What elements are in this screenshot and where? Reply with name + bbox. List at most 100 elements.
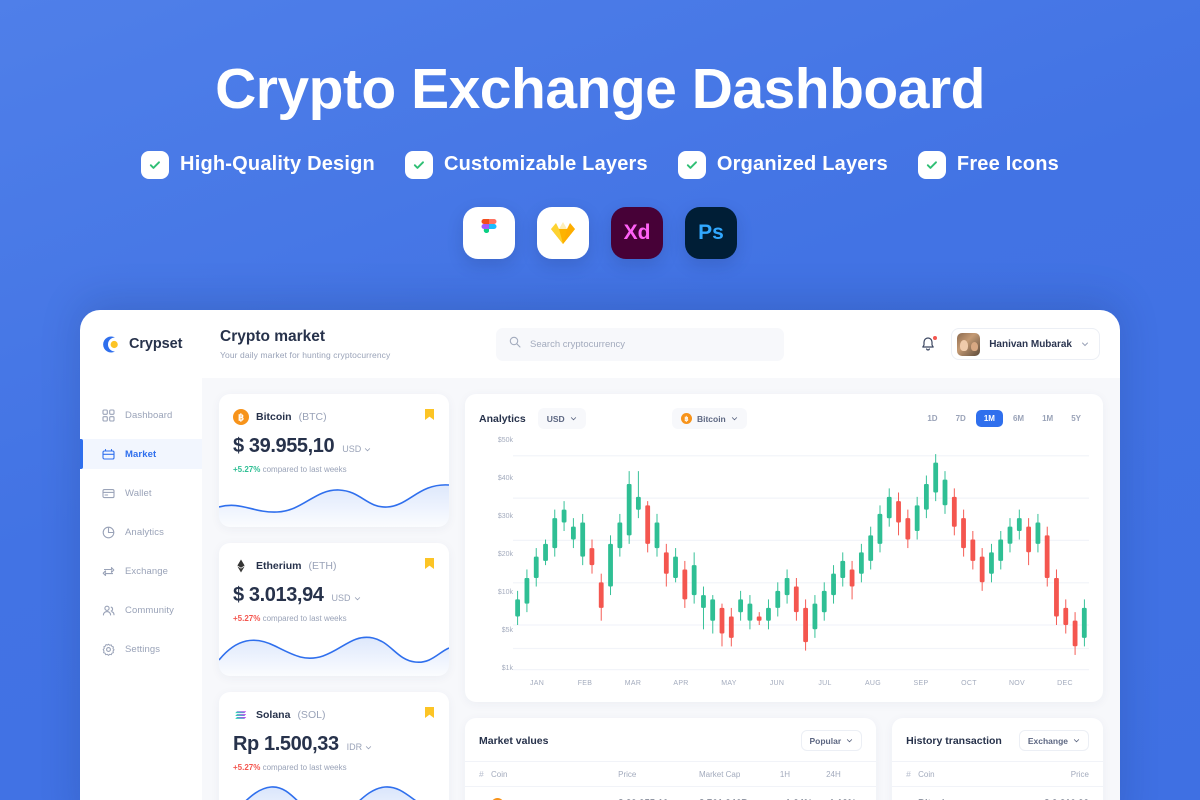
candlestick-chart bbox=[513, 437, 1089, 672]
time-range-6m[interactable]: 6M bbox=[1005, 410, 1032, 427]
notification-badge bbox=[932, 335, 939, 341]
sidebar-item-settings[interactable]: Settings bbox=[80, 634, 202, 664]
cell-coin: Bitcoin (BTC) Today - 11:00 AM bbox=[918, 787, 1010, 800]
coin-sparkline bbox=[219, 475, 449, 527]
grid-icon bbox=[102, 408, 115, 422]
bookmark-icon[interactable] bbox=[424, 706, 435, 724]
sidebar-item-label: Analytics bbox=[125, 526, 164, 538]
history-filter-label: Exchange bbox=[1027, 735, 1068, 746]
cell-price: $ 39.955,10 bbox=[618, 787, 699, 800]
page-subheading: Your daily market for hunting cryptocurr… bbox=[220, 350, 391, 360]
cell-num: 1 bbox=[465, 787, 491, 800]
market-values-filter-label: Popular bbox=[809, 735, 842, 746]
chevron-down-icon bbox=[731, 417, 737, 421]
avatar bbox=[957, 332, 981, 356]
sidebar-item-label: Dashboard bbox=[125, 409, 173, 421]
page-header: Crypto market Your daily market for hunt… bbox=[200, 328, 490, 360]
main-content: ฿ Bitcoin (BTC) $ 39.955,10 USD +5.27% c… bbox=[202, 378, 1120, 800]
coin-name: Solana bbox=[256, 709, 291, 721]
bitcoin-icon: ฿ bbox=[680, 413, 692, 424]
analytics-panel: Analytics USD ฿ Bitcoin 1D 7D 1M 6M 1M 5… bbox=[465, 394, 1103, 702]
promo-hero: Crypto Exchange Dashboard High-Quality D… bbox=[0, 0, 1200, 259]
analytics-currency-select[interactable]: USD bbox=[537, 408, 586, 429]
bookmark-icon[interactable] bbox=[424, 408, 435, 426]
y-axis-tick: $30k bbox=[497, 513, 513, 520]
coin-currency-label: IDR bbox=[346, 742, 363, 752]
x-axis-tick: NOV bbox=[1008, 679, 1026, 687]
chevron-down-icon bbox=[354, 596, 360, 600]
coin-currency-select[interactable]: IDR bbox=[347, 742, 373, 752]
check-icon bbox=[917, 150, 946, 179]
notification-bell-icon[interactable] bbox=[919, 335, 939, 353]
sidebar-item-community[interactable]: Community bbox=[80, 595, 202, 625]
sidebar-item-dashboard[interactable]: Dashboard bbox=[80, 400, 202, 430]
feature-item: Organized Layers bbox=[677, 150, 888, 179]
feature-item: High-Quality Design bbox=[141, 150, 375, 179]
coin-card-header: Etherium (ETH) bbox=[219, 543, 449, 575]
coin-card-list: ฿ Bitcoin (BTC) $ 39.955,10 USD +5.27% c… bbox=[219, 394, 449, 800]
column-header-coin: Coin bbox=[491, 761, 619, 787]
user-profile-menu[interactable]: Hanivan Mubarak bbox=[951, 328, 1100, 360]
table-row[interactable]: 1 Bitcoin (BTC) Today - 11:00 AM $ 2.3 bbox=[892, 787, 1103, 800]
feature-item: Free Icons bbox=[917, 150, 1059, 179]
sidebar-item-label: Market bbox=[125, 448, 157, 460]
y-axis: $50k $40k $30k $20k $10k $5k $1k bbox=[479, 437, 513, 694]
table-row[interactable]: 1 ฿ Bitcoin (BTC) bbox=[465, 787, 876, 800]
coin-price: $ 3.013,94 bbox=[233, 584, 324, 606]
time-range-7d[interactable]: 7D bbox=[948, 410, 974, 427]
column-header-market-cap: Market Cap bbox=[698, 761, 780, 787]
sidebar-item-market[interactable]: Market bbox=[80, 439, 202, 469]
topbar-actions: Hanivan Mubarak bbox=[919, 328, 1100, 360]
search-input[interactable]: Search cryptocurrency bbox=[496, 327, 784, 361]
time-range-1m[interactable]: 1M bbox=[975, 410, 1003, 427]
coin-sparkline bbox=[219, 773, 449, 800]
market-values-filter[interactable]: Popular bbox=[800, 730, 863, 751]
column-header-coin: Coin bbox=[918, 761, 1011, 787]
coin-price: Rp 1.500,33 bbox=[233, 733, 339, 755]
analytics-coin-label: Bitcoin bbox=[696, 413, 726, 424]
column-header-24h: 24H bbox=[826, 761, 877, 787]
coin-currency-select[interactable]: USD bbox=[332, 593, 361, 603]
bookmark-icon[interactable] bbox=[424, 557, 435, 575]
time-range-5y[interactable]: 5Y bbox=[1063, 410, 1089, 427]
coin-card-solana[interactable]: Solana (SOL) Rp 1.500,33 IDR +5.27% comp… bbox=[219, 692, 449, 800]
column-header-num: # bbox=[892, 761, 919, 787]
bottom-row: Market values Popular # Coin Price Marke… bbox=[465, 718, 1103, 800]
store-icon bbox=[102, 448, 115, 461]
coin-price: $ 39.955,10 bbox=[233, 435, 335, 457]
coin-card-header: ฿ Bitcoin (BTC) bbox=[219, 394, 449, 426]
time-range-1m-alt[interactable]: 1M bbox=[1034, 410, 1061, 427]
coin-name: Etherium bbox=[256, 560, 302, 572]
sidebar-item-label: Exchange bbox=[125, 565, 169, 577]
table-header-row: # Coin Price bbox=[892, 761, 1103, 787]
history-filter[interactable]: Exchange bbox=[1018, 730, 1089, 751]
chevron-down-icon bbox=[847, 739, 853, 743]
sidebar-item-label: Community bbox=[125, 604, 174, 616]
history-transaction-panel: History transaction Exchange # Coin Pric… bbox=[892, 718, 1103, 800]
coin-card-bitcoin[interactable]: ฿ Bitcoin (BTC) $ 39.955,10 USD +5.27% c… bbox=[219, 394, 449, 527]
time-range-1d[interactable]: 1D bbox=[919, 410, 945, 427]
page-title: Crypto Exchange Dashboard bbox=[215, 57, 985, 121]
wallet-icon bbox=[102, 487, 115, 500]
dashboard-body: Dashboard Market Wallet Analytics Exchan… bbox=[80, 378, 1120, 800]
sidebar-item-wallet[interactable]: Wallet bbox=[80, 478, 202, 508]
coin-ticker: (SOL) bbox=[297, 709, 326, 721]
people-icon bbox=[102, 604, 115, 617]
coin-change-row: +5.27% compared to last weeks bbox=[219, 607, 449, 623]
coin-price-row: $ 3.013,94 USD bbox=[219, 575, 449, 607]
coin-card-ethereum[interactable]: Etherium (ETH) $ 3.013,94 USD +5.27% com… bbox=[219, 543, 449, 676]
check-icon bbox=[677, 150, 706, 179]
coin-card-header: Solana (SOL) bbox=[219, 692, 449, 724]
x-axis-tick: JAN bbox=[529, 679, 545, 687]
brand-logo[interactable]: Crypset bbox=[80, 335, 200, 354]
dashboard-window: Crypset Crypto market Your daily market … bbox=[80, 310, 1120, 800]
feature-list: High-Quality Design Customizable Layers … bbox=[0, 150, 1200, 179]
y-axis-tick: $10k bbox=[497, 589, 513, 596]
sidebar-item-label: Wallet bbox=[125, 487, 152, 499]
coin-currency-select[interactable]: USD bbox=[342, 444, 371, 454]
coin-price-row: Rp 1.500,33 IDR bbox=[219, 724, 449, 756]
sidebar-item-analytics[interactable]: Analytics bbox=[80, 517, 202, 547]
analytics-coin-select[interactable]: ฿ Bitcoin bbox=[671, 408, 747, 429]
sidebar-item-exchange[interactable]: Exchange bbox=[80, 556, 202, 586]
feature-item: Customizable Layers bbox=[404, 150, 648, 179]
